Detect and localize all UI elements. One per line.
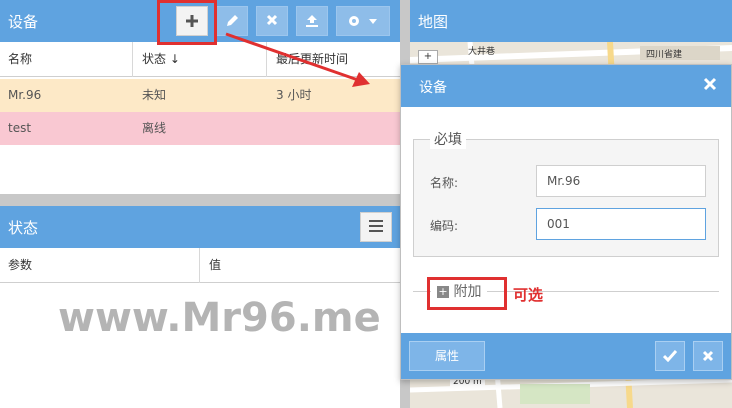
- required-fieldset: 必填 名称: Mr.96 编码: 001: [413, 129, 719, 257]
- table-row[interactable]: Mr.96 未知 3 小时: [0, 79, 400, 112]
- close-icon: [702, 350, 714, 362]
- column-separator: [199, 248, 200, 283]
- upload-button[interactable]: [296, 6, 328, 36]
- status-view-button[interactable]: [360, 212, 392, 242]
- device-status-cell: 未知: [142, 88, 167, 102]
- save-button[interactable]: [655, 341, 685, 371]
- column-separator: [132, 42, 133, 77]
- pencil-icon: [227, 15, 238, 26]
- column-value[interactable]: 值: [201, 248, 221, 283]
- watermark: www.Mr96.me: [58, 295, 381, 341]
- zoom-in-button[interactable]: +: [418, 50, 438, 64]
- device-status-cell: 离线: [142, 121, 167, 135]
- upload-icon: [306, 15, 318, 27]
- map-label: 大井巷: [468, 47, 496, 57]
- devices-grid-header: 名称 状态 ↓ 最后更新时间: [0, 42, 400, 77]
- cancel-button[interactable]: [693, 341, 723, 371]
- close-icon: [266, 14, 278, 26]
- check-icon: [663, 350, 677, 362]
- list-icon: [369, 220, 383, 232]
- column-separator: [266, 42, 267, 77]
- column-last-update[interactable]: 最后更新时间: [268, 42, 348, 77]
- name-field[interactable]: Mr.96: [536, 165, 706, 197]
- close-icon: [703, 77, 717, 91]
- add-button-highlight: [157, 0, 217, 45]
- devices-panel-title: 设备: [8, 13, 39, 31]
- gear-icon: [349, 16, 377, 26]
- status-grid-header: 参数 值: [0, 248, 400, 283]
- column-parameter[interactable]: 参数: [0, 248, 32, 283]
- required-legend: 必填: [430, 129, 466, 149]
- code-field-label: 编码:: [430, 219, 459, 233]
- device-name-cell: test: [8, 121, 32, 135]
- settings-dropdown-button[interactable]: [336, 6, 390, 36]
- device-name-cell: Mr.96: [8, 88, 42, 102]
- name-field-label: 名称:: [430, 176, 459, 190]
- device-dialog-header: 设备: [401, 65, 731, 107]
- attributes-button[interactable]: 属性: [409, 341, 485, 371]
- panel-divider[interactable]: [0, 194, 400, 206]
- code-field[interactable]: 001: [536, 208, 706, 240]
- device-updated-cell: 3 小时: [276, 88, 312, 102]
- device-dialog: 设备 必填 名称: Mr.96 编码: 001 + 附加 属性: [400, 64, 732, 380]
- status-panel-title: 状态: [8, 219, 39, 237]
- table-row[interactable]: test 离线: [0, 112, 400, 145]
- map-panel-header: 地图: [410, 0, 732, 42]
- edit-device-button[interactable]: [216, 6, 248, 36]
- map-label: 四川省建: [646, 50, 683, 60]
- map-panel-title: 地图: [418, 13, 449, 31]
- device-dialog-footer: 属性: [401, 333, 731, 379]
- status-panel-header: 状态: [0, 206, 400, 248]
- delete-device-button[interactable]: [256, 6, 288, 36]
- column-name[interactable]: 名称: [0, 42, 32, 77]
- optional-annotation: 可选: [513, 286, 544, 304]
- device-dialog-title: 设备: [419, 80, 447, 96]
- app-root: 设备 名称 状态 ↓ 最后更新时间 Mr.96 未知 3 小时 test 离线 …: [0, 0, 732, 408]
- column-status[interactable]: 状态 ↓: [134, 42, 180, 77]
- dialog-close-button[interactable]: [703, 76, 721, 94]
- addon-highlight: [427, 277, 507, 310]
